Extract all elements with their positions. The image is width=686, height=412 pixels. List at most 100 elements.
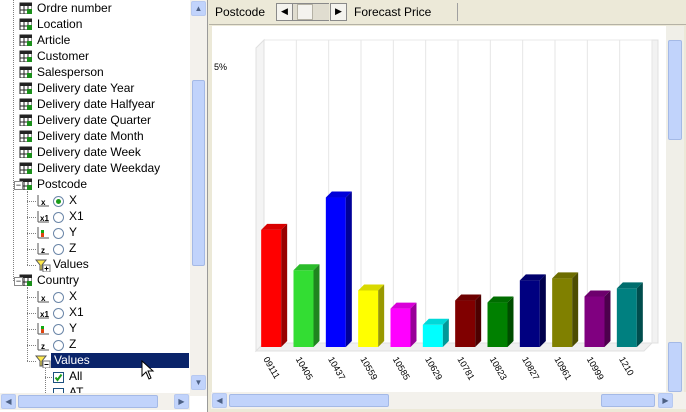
bar-10827 bbox=[519, 280, 540, 347]
tree-item[interactable]: Delivery date Weekday bbox=[36, 161, 161, 176]
axis-radio[interactable] bbox=[53, 340, 64, 351]
collapse-icon[interactable]: − bbox=[14, 277, 23, 286]
scroll-left-button[interactable]: ◀ bbox=[1, 394, 16, 409]
axis-radio[interactable] bbox=[53, 228, 64, 239]
measure-label: Forecast Price bbox=[354, 5, 432, 19]
scroll-left-button[interactable]: ◀ bbox=[276, 3, 293, 21]
axis-option[interactable]: Y bbox=[68, 225, 78, 240]
axis-option[interactable]: Z bbox=[68, 241, 77, 256]
arrow-right-icon: ▶ bbox=[662, 396, 669, 405]
tree-item-postcode[interactable]: Postcode bbox=[36, 177, 88, 192]
axis-y-icon bbox=[37, 227, 49, 239]
axis-radio[interactable] bbox=[53, 212, 64, 223]
scroll-right-button[interactable]: ▶ bbox=[174, 394, 189, 409]
scroll-thumb[interactable] bbox=[668, 40, 682, 140]
value-option[interactable]: All bbox=[68, 369, 83, 384]
tree-item-country[interactable]: Country bbox=[36, 273, 80, 288]
tree-content: Ordre number Location Article Customer Sales… bbox=[0, 0, 190, 396]
bar-side-10823 bbox=[507, 296, 514, 347]
axis-option[interactable]: X1 bbox=[68, 305, 85, 320]
chart-vertical-scrollbar[interactable] bbox=[666, 26, 684, 392]
axis-radio[interactable] bbox=[53, 244, 64, 255]
arrow-right-icon: ▶ bbox=[335, 6, 342, 16]
axis-x-icon: x bbox=[37, 291, 49, 303]
scroll-thumb[interactable] bbox=[192, 80, 205, 266]
bar-side-10585 bbox=[410, 302, 417, 347]
arrow-left-icon: ◀ bbox=[281, 6, 288, 16]
tree-item[interactable]: Delivery date Halfyear bbox=[36, 97, 156, 112]
bar-chart: 5% 09111 10405 10437 10559 10585 10629 10781 108… bbox=[214, 38, 659, 382]
arrow-down-icon: ▼ bbox=[194, 378, 203, 387]
tree-item[interactable]: Salesperson bbox=[36, 65, 105, 80]
axis-radio[interactable] bbox=[53, 196, 64, 207]
chart-toolbar: Postcode ◀ ▶ Forecast Price bbox=[209, 0, 686, 25]
tree-horizontal-scrollbar[interactable]: ◀ ▶ bbox=[0, 393, 190, 410]
x-tick-label: 10559 bbox=[358, 355, 379, 382]
scroll-thumb-right[interactable] bbox=[601, 394, 655, 407]
axis-option[interactable]: X1 bbox=[68, 209, 85, 224]
bar-10437 bbox=[325, 197, 346, 347]
svg-text:z: z bbox=[41, 246, 45, 255]
scroll-up-button[interactable]: ▲ bbox=[191, 1, 206, 16]
bar-side-10559 bbox=[378, 284, 385, 347]
tree-item[interactable]: Location bbox=[36, 17, 83, 32]
svg-text:x1: x1 bbox=[40, 310, 49, 319]
tree-item[interactable]: Customer bbox=[36, 49, 90, 64]
scroll-right-button[interactable]: ▶ bbox=[658, 393, 673, 408]
tree-item[interactable]: Article bbox=[36, 33, 71, 48]
axis-radio[interactable] bbox=[53, 324, 64, 335]
dimension-label: Postcode bbox=[215, 5, 266, 19]
x-tick-label: 10999 bbox=[585, 355, 606, 382]
tree-item[interactable]: Delivery date Year bbox=[36, 81, 135, 96]
bar-09111 bbox=[261, 229, 282, 347]
axis-radio[interactable] bbox=[53, 292, 64, 303]
scroll-left-button[interactable]: ◀ bbox=[212, 393, 227, 408]
tree-item[interactable]: Delivery date Quarter bbox=[36, 113, 152, 128]
axis-option[interactable]: X bbox=[68, 289, 78, 304]
x-tick-label: 10823 bbox=[488, 355, 509, 382]
scroll-thumb[interactable] bbox=[18, 395, 158, 408]
chart-area: 5% 09111 10405 10437 10559 10585 10629 10781 108… bbox=[212, 26, 674, 392]
scroll-thumb-lower[interactable] bbox=[668, 342, 682, 392]
arrow-up-icon: ▲ bbox=[194, 4, 203, 13]
arrow-left-icon: ◀ bbox=[216, 396, 223, 405]
axis-option[interactable]: X bbox=[68, 193, 78, 208]
bar-side-10405 bbox=[313, 264, 320, 347]
tree-item[interactable]: Ordre number bbox=[36, 1, 113, 16]
tree-vertical-scrollbar[interactable]: ▲ ▼ bbox=[190, 0, 207, 396]
toolbar-divider bbox=[457, 3, 458, 21]
axis-option[interactable]: Y bbox=[68, 321, 78, 336]
chart-horizontal-scrollbar[interactable]: ◀ ▶ bbox=[211, 392, 686, 409]
axis-radio[interactable] bbox=[53, 308, 64, 319]
tree-item[interactable]: Delivery date Month bbox=[36, 129, 145, 144]
table-dimension-icon bbox=[19, 82, 32, 94]
x-tick-label: 10437 bbox=[326, 355, 347, 382]
bar-side-10961 bbox=[572, 272, 579, 347]
axis-option[interactable]: Z bbox=[68, 337, 77, 352]
scroll-down-button[interactable]: ▼ bbox=[191, 375, 206, 390]
x-tick-label: 10827 bbox=[520, 355, 541, 382]
values-node[interactable]: Values bbox=[52, 257, 90, 272]
x-tick-label: 10629 bbox=[423, 355, 444, 382]
scroll-thumb[interactable] bbox=[229, 394, 389, 407]
axis-z-icon: z bbox=[37, 339, 49, 351]
axis-x-icon: x bbox=[37, 195, 49, 207]
dimension-slider-track[interactable] bbox=[293, 3, 329, 21]
collapse-icon[interactable]: − bbox=[14, 181, 23, 190]
bar-side-10437 bbox=[345, 191, 352, 347]
scroll-right-button[interactable]: ▶ bbox=[330, 3, 347, 21]
axis-y-icon bbox=[37, 323, 49, 335]
tree-item[interactable]: Delivery date Week bbox=[36, 145, 142, 160]
bar-1210 bbox=[616, 288, 637, 347]
table-dimension-icon bbox=[19, 50, 32, 62]
x-tick-label: 09111 bbox=[261, 355, 282, 381]
table-dimension-icon bbox=[19, 146, 32, 158]
bar-10999 bbox=[584, 296, 605, 347]
table-dimension-icon bbox=[19, 2, 32, 14]
dimension-slider-thumb[interactable] bbox=[297, 4, 313, 20]
bar-side-1210 bbox=[636, 282, 643, 347]
value-checkbox[interactable] bbox=[53, 372, 64, 383]
bar-10405 bbox=[293, 270, 314, 347]
values-node-selected[interactable]: Values bbox=[53, 353, 91, 368]
arrow-right-icon: ▶ bbox=[178, 397, 185, 406]
